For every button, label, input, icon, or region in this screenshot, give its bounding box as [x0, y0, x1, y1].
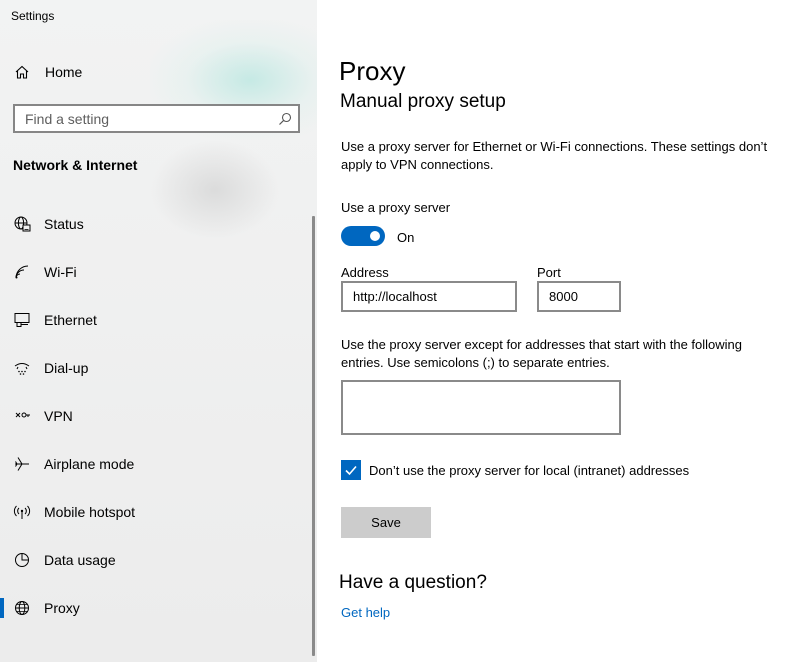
toggle-state-label: On: [397, 230, 415, 245]
section-title: Network & Internet: [13, 157, 138, 173]
exceptions-description: Use the proxy server except for addresse…: [341, 337, 743, 370]
checkmark-icon: [345, 465, 357, 476]
airplane-icon: [12, 454, 32, 474]
sidebar-item-label: Wi-Fi: [44, 264, 77, 280]
sidebar-item-label: Proxy: [44, 600, 80, 616]
port-label: Port: [537, 265, 561, 280]
dialup-icon: [12, 358, 32, 378]
home-icon: [12, 62, 32, 82]
main-content: Proxy Manual proxy setup Use a proxy ser…: [317, 0, 798, 662]
get-help-link[interactable]: Get help: [341, 605, 390, 620]
sidebar-scrollbar[interactable]: [312, 216, 315, 656]
question-heading: Have a question?: [339, 572, 487, 593]
sidebar-item-label: Dial-up: [44, 360, 89, 376]
ethernet-icon: [12, 310, 32, 330]
globe-status-icon: [12, 214, 32, 234]
home-label: Home: [45, 64, 83, 80]
port-input[interactable]: [549, 289, 609, 304]
sidebar-item-label: Airplane mode: [44, 456, 135, 472]
sidebar-item-status[interactable]: Status: [0, 200, 317, 248]
toggle-knob: [370, 231, 380, 241]
use-proxy-toggle[interactable]: [341, 226, 385, 246]
exceptions-textarea[interactable]: [341, 380, 621, 435]
address-label: Address: [341, 265, 389, 280]
sidebar-item-dialup[interactable]: Dial-up: [0, 344, 317, 392]
sidebar-item-vpn[interactable]: VPN: [0, 392, 317, 440]
sidebar-item-data-usage[interactable]: Data usage: [0, 536, 317, 584]
globe-icon: [12, 598, 32, 618]
sidebar-nav: Status Wi-Fi Ethernet Dial-up VPN Airpla…: [0, 200, 317, 632]
sidebar-item-ethernet[interactable]: Ethernet: [0, 296, 317, 344]
search-icon[interactable]: [278, 112, 292, 126]
page-subtitle: Manual proxy setup: [340, 91, 506, 112]
wifi-icon: [12, 262, 32, 282]
proxy-description: Use a proxy server for Ethernet or Wi-Fi…: [341, 139, 768, 172]
use-proxy-label: Use a proxy server: [341, 200, 451, 215]
sidebar-item-wifi[interactable]: Wi-Fi: [0, 248, 317, 296]
search-box[interactable]: [13, 104, 300, 133]
local-bypass-checkbox[interactable]: [341, 460, 361, 480]
sidebar-item-mobile-hotspot[interactable]: Mobile hotspot: [0, 488, 317, 536]
sidebar-item-airplane-mode[interactable]: Airplane mode: [0, 440, 317, 488]
hotspot-icon: [12, 502, 32, 522]
sidebar-item-label: Data usage: [44, 552, 116, 568]
port-field[interactable]: [537, 281, 621, 312]
address-input[interactable]: [353, 289, 505, 304]
sidebar: Settings Home Network & Internet Status …: [0, 0, 317, 662]
local-bypass-label: Don’t use the proxy server for local (in…: [369, 463, 690, 478]
home-nav-item[interactable]: Home: [12, 60, 82, 84]
sidebar-item-label: Ethernet: [44, 312, 97, 328]
page-title: Proxy: [339, 56, 406, 86]
data-usage-icon: [12, 550, 32, 570]
sidebar-item-proxy[interactable]: Proxy: [0, 584, 317, 632]
sidebar-item-label: VPN: [44, 408, 73, 424]
search-input[interactable]: [25, 110, 278, 127]
vpn-icon: [12, 406, 32, 426]
app-title: Settings: [11, 9, 55, 23]
sidebar-item-label: Mobile hotspot: [44, 504, 136, 520]
save-button[interactable]: Save: [341, 507, 431, 538]
address-field[interactable]: [341, 281, 517, 312]
sidebar-item-label: Status: [44, 216, 84, 232]
